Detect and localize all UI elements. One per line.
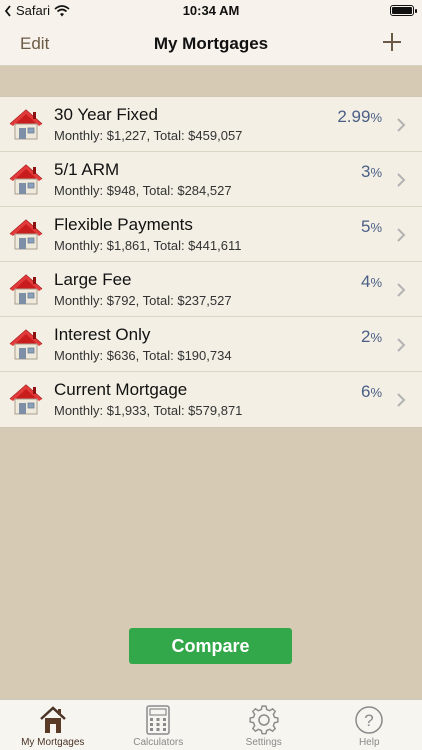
- mortgage-detail: Monthly: $636, Total: $190,734: [54, 348, 232, 363]
- mortgage-detail: Monthly: $792, Total: $237,527: [54, 293, 232, 308]
- tab-settings[interactable]: Settings: [211, 700, 317, 750]
- question-icon: ?: [355, 706, 383, 734]
- tab-label: Settings: [245, 737, 282, 748]
- house-icon: [9, 274, 43, 305]
- house-icon: [9, 384, 43, 415]
- tab-label: My Mortgages: [21, 737, 85, 748]
- navigation-bar: Edit My Mortgages: [0, 22, 422, 66]
- mortgage-name: Large Fee: [54, 270, 132, 289]
- tab-calculators[interactable]: Calculators: [106, 700, 212, 750]
- tab-label: Help: [358, 737, 380, 748]
- mortgage-detail: Monthly: $1,933, Total: $579,871: [54, 403, 243, 418]
- chevron-right-icon: [397, 118, 406, 132]
- chevron-right-icon: [397, 338, 406, 352]
- mortgage-row[interactable]: Interest Only Monthly: $636, Total: $190…: [0, 317, 422, 372]
- mortgage-detail: Monthly: $948, Total: $284,527: [54, 183, 232, 198]
- add-mortgage-button[interactable]: [380, 28, 404, 56]
- mortgage-list: 30 Year Fixed Monthly: $1,227, Total: $4…: [0, 96, 422, 428]
- mortgage-rate: 6%: [361, 382, 382, 402]
- tab-help[interactable]: ? Help: [317, 700, 422, 750]
- mortgage-row[interactable]: Large Fee Monthly: $792, Total: $237,527…: [0, 262, 422, 317]
- mortgage-rate: 5%: [361, 217, 382, 237]
- status-time: 10:34 AM: [182, 3, 240, 18]
- rate-unit: %: [370, 330, 382, 345]
- svg-text:?: ?: [365, 711, 374, 730]
- chevron-right-icon: [397, 283, 406, 297]
- rate-value: 2.99: [337, 107, 371, 126]
- rate-unit: %: [370, 385, 382, 400]
- mortgage-rate: 4%: [361, 272, 382, 292]
- mortgage-detail: Monthly: $1,227, Total: $459,057: [54, 128, 243, 143]
- rate-unit: %: [370, 275, 382, 290]
- house-icon: [9, 219, 43, 250]
- house-icon: [9, 109, 43, 140]
- mortgage-name: 30 Year Fixed: [54, 105, 158, 124]
- rate-unit: %: [370, 165, 382, 180]
- rate-unit: %: [370, 110, 382, 125]
- chevron-right-icon: [397, 393, 406, 407]
- page-title: My Mortgages: [153, 34, 269, 53]
- chevron-right-icon: [397, 173, 406, 187]
- battery-icon: [390, 5, 417, 16]
- house-icon: [39, 706, 66, 733]
- mortgage-name: 5/1 ARM: [54, 160, 120, 179]
- calculator-icon: [146, 705, 170, 735]
- tab-label: Calculators: [133, 737, 184, 748]
- chevron-right-icon: [397, 228, 406, 242]
- tab-my-mortgages[interactable]: My Mortgages: [0, 700, 106, 750]
- mortgage-rate: 2.99%: [337, 107, 382, 127]
- mortgage-row[interactable]: 30 Year Fixed Monthly: $1,227, Total: $4…: [0, 97, 422, 152]
- mortgage-rate: 3%: [361, 162, 382, 182]
- rate-unit: %: [370, 220, 382, 235]
- status-bar: Safari 10:34 AM: [0, 0, 422, 22]
- mortgage-name: Current Mortgage: [54, 380, 188, 399]
- house-icon: [9, 329, 43, 360]
- mortgage-row[interactable]: Flexible Payments Monthly: $1,861, Total…: [0, 207, 422, 262]
- mortgage-row[interactable]: 5/1 ARM Monthly: $948, Total: $284,527 3…: [0, 152, 422, 207]
- mortgage-row[interactable]: Current Mortgage Monthly: $1,933, Total:…: [0, 372, 422, 427]
- mortgage-rate: 2%: [361, 327, 382, 347]
- gear-icon: [249, 705, 279, 735]
- tab-bar: My Mortgages Calculators Settings ? Help: [0, 699, 422, 750]
- mortgage-name: Flexible Payments: [54, 215, 193, 234]
- house-icon: [9, 164, 43, 195]
- mortgage-detail: Monthly: $1,861, Total: $441,611: [54, 238, 242, 253]
- mortgage-name: Interest Only: [54, 325, 151, 344]
- compare-button[interactable]: Compare: [129, 628, 292, 664]
